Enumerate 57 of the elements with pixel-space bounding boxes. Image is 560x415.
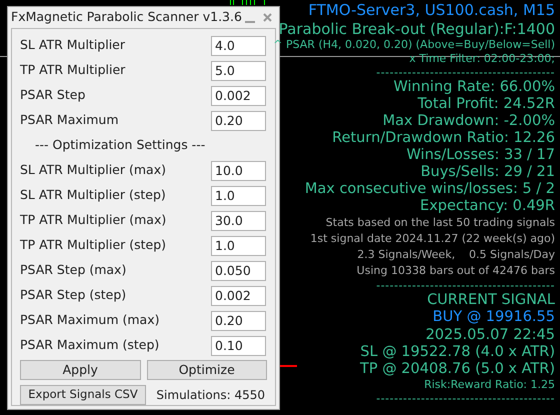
field-label: TP ATR Multiplier (20, 61, 126, 80)
stat-line: Max consecutive wins/losses: 5 / 2 (304, 181, 555, 198)
field-label: PSAR Maximum (20, 111, 119, 130)
input-field[interactable]: 5.0 (211, 60, 266, 80)
strategy-note: Risk:Reward Ratio: 1.25 (424, 378, 555, 392)
input-field[interactable]: 0.002 (211, 286, 266, 306)
input-field[interactable]: 1.0 (211, 186, 266, 206)
info-line: 1st signal date 2024.11.27 (22 week(s) ago) (310, 231, 555, 247)
strategy-note: ^ PSAR (H4, 0.020, 0.20) (Above=Buy/Below=Sell) (273, 38, 555, 52)
input-field[interactable]: 0.050 (211, 260, 266, 280)
dashed-separator: ---------------------------------------- (376, 279, 555, 292)
input-field[interactable]: 0.20 (211, 110, 266, 130)
close-icon[interactable] (263, 13, 272, 22)
strategy-title: Parabolic Break-out (Regular):F:1400 (278, 20, 555, 38)
simulations-count: Simulations: 4550 (156, 387, 266, 404)
stat-line: Buys/Sells: 29 / 21 (420, 164, 555, 181)
info-line: Using 10338 bars out of 42476 bars (356, 263, 555, 279)
field-label: PSAR Maximum (max) (20, 311, 160, 330)
stat-line: Expectancy: 0.49R (420, 198, 555, 215)
dashed-separator: ---------------------------------------- (376, 66, 555, 79)
stat-line: TP @ 20408.76 (5.0 x ATR) (360, 360, 555, 378)
input-field[interactable]: 1.0 (211, 236, 266, 256)
window-title: FxMagnetic Parabolic Scanner v1.3.6 (11, 8, 242, 26)
export-button[interactable]: Export Signals CSV (20, 385, 146, 405)
section-heading: --- Optimization Settings --- (35, 136, 206, 154)
field-label: PSAR Step (max) (20, 261, 126, 280)
field-label: PSAR Step (step) (20, 286, 126, 304)
info-line: 2.3 Signals/Week, 0.5 Signals/Day (357, 247, 555, 263)
signal-line: BUY @ 19916.55 (432, 309, 555, 326)
field-label: PSAR Maximum (step) (20, 336, 160, 354)
stat-line: CURRENT SIGNAL (427, 292, 555, 309)
stat-line: SL @ 19522.78 (4.0 x ATR) (360, 344, 555, 360)
field-label: SL ATR Multiplier (step) (20, 186, 166, 204)
stat-line: Total Profit: 24.52R (418, 96, 555, 113)
input-field[interactable]: 0.002 (211, 86, 266, 106)
stat-line: Wins/Losses: 33 / 17 (406, 147, 555, 164)
input-field[interactable]: 0.20 (211, 310, 266, 330)
price-line (280, 365, 297, 367)
field-label: TP ATR Multiplier (step) (20, 236, 166, 254)
stat-line: Max Drawdown: -2.00% (382, 113, 555, 130)
action-button[interactable]: Optimize (146, 360, 267, 380)
field-label: PSAR Step (20, 86, 86, 104)
action-button[interactable]: Apply (20, 360, 140, 380)
price-bar-marks (230, 0, 265, 5)
account-title: FTMO-Server3, US100.cash, M15 (308, 1, 555, 20)
field-label: SL ATR Multiplier (max) (20, 161, 166, 180)
stat-line: 2025.05.07 22:45 (426, 326, 555, 344)
input-field[interactable]: 30.0 (211, 210, 266, 230)
field-label: SL ATR Multiplier (20, 36, 126, 54)
input-field[interactable]: 10.0 (211, 160, 266, 180)
input-field[interactable]: 4.0 (211, 36, 266, 56)
info-line: Stats based on the last 50 trading signals (326, 215, 555, 231)
field-label: TP ATR Multiplier (max) (20, 211, 166, 230)
stat-line: Winning Rate: 66.00% (394, 79, 555, 96)
dashed-separator: ---------------------------------------- (376, 392, 555, 404)
stat-line: Return/Drawdown Ratio: 12.26 (332, 130, 555, 147)
input-field[interactable]: 0.10 (211, 336, 266, 356)
